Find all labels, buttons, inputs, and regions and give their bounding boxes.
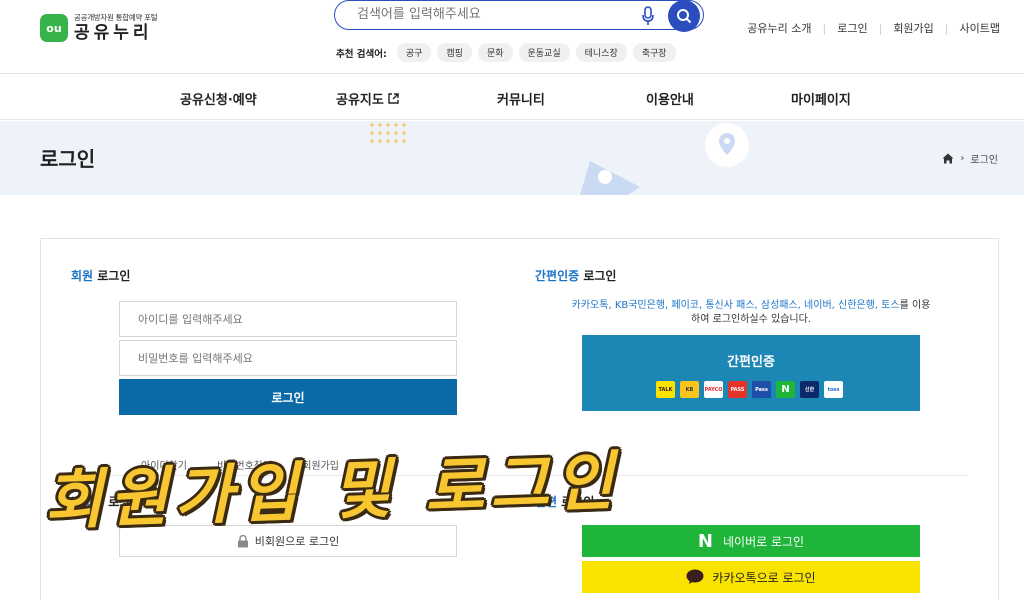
kakaotalk-icon: TALK [656, 381, 675, 398]
home-icon[interactable] [942, 153, 954, 164]
password-input[interactable] [119, 340, 457, 376]
kakao-login-label: 카카오톡으로 로그인 [712, 570, 816, 585]
nav-item-guide[interactable]: 이용안내 [646, 89, 694, 108]
search-bar [334, 0, 704, 32]
toss-icon: toss [824, 381, 843, 398]
keyword-tag[interactable]: 축구장 [632, 43, 676, 62]
logo-title: 공유누리 [74, 22, 153, 43]
simple-auth-title-accent: 간편인증 [535, 269, 580, 283]
kakao-login-button[interactable]: 카카오톡으로 로그인 [582, 561, 920, 593]
top-link-sitemap[interactable]: 사이트맵 [960, 20, 1000, 36]
nav-item-community[interactable]: 커뮤니티 [497, 89, 545, 108]
kakao-speech-bubble-icon [686, 569, 704, 584]
page-title-banner: 로그인 › 로그인 [0, 121, 1024, 195]
logo-subtitle: 공공개방자원 통합예약 포털 [74, 13, 158, 23]
search-input[interactable] [357, 7, 637, 22]
nav-item-map[interactable]: 공유지도 [336, 89, 399, 108]
top-link-signup[interactable]: 회원가입 [893, 20, 933, 36]
breadcrumb-separator: › [960, 153, 965, 164]
nonmember-button-label: 비회원으로 로그인 [254, 535, 340, 548]
kb-bank-icon: KB [680, 381, 699, 398]
pass-icon: PASS [728, 381, 747, 398]
naver-n-icon: N [697, 530, 713, 552]
naver-login-button[interactable]: N 네이버로 로그인 [582, 525, 920, 557]
keyword-tag[interactable]: 캠핑 [437, 43, 472, 62]
simple-auth-providers-text: 카카오톡, KB국민은행, 페이코, 통신사 패스, 삼성패스, 네이버, 신한… [571, 300, 900, 311]
simple-auth-title: 간편인증 로그인 [535, 267, 616, 284]
main-navigation: 공유신청·예약 공유지도 커뮤니티 이용안내 마이페이지 [0, 74, 1024, 120]
simple-auth-title-rest: 로그인 [579, 269, 617, 283]
site-logo[interactable]: ou 공공개방자원 통합예약 포털 공유누리 [40, 13, 158, 43]
microphone-icon[interactable] [641, 6, 655, 26]
simple-auth-description: 카카오톡, KB국민은행, 페이코, 통신사 패스, 삼성패스, 네이버, 신한… [571, 299, 931, 326]
user-id-input[interactable] [119, 301, 457, 337]
keyword-tag[interactable]: 운동교실 [518, 43, 570, 62]
nav-item-reservation[interactable]: 공유신청·예약 [180, 89, 257, 108]
shinhan-bank-icon: 신한 [800, 381, 819, 398]
naver-login-label: 네이버로 로그인 [722, 534, 805, 549]
separator: | [944, 21, 949, 35]
breadcrumb: › 로그인 [942, 151, 998, 166]
login-panel: 회원 로그인 로그인 아이디찾기 비밀번호찾기 회원가입 비회원 로그인 비회원… [40, 238, 999, 600]
external-link-icon [388, 93, 399, 104]
separator: | [878, 21, 883, 35]
breadcrumb-current: 로그인 [970, 155, 998, 166]
separator: | [822, 21, 827, 35]
logo-mark: ou [40, 14, 68, 42]
payco-icon: PAYCO [704, 381, 723, 398]
keyword-tag[interactable]: 테니스장 [575, 43, 627, 62]
nav-item-map-label: 공유지도 [336, 93, 384, 108]
login-button[interactable]: 로그인 [119, 379, 457, 415]
simple-auth-button[interactable]: 간편인증 TALK KB PAYCO PASS Pass N 신한 toss [582, 335, 920, 411]
search-button[interactable] [668, 0, 700, 32]
recommended-label: 추천 검색어: [336, 48, 387, 60]
member-login-title-rest: 로그인 [93, 269, 131, 283]
top-link-login[interactable]: 로그인 [837, 20, 867, 36]
member-login-title-accent: 회원 [71, 269, 94, 283]
simple-auth-button-label: 간편인증 [727, 355, 775, 370]
search-icon [677, 9, 692, 24]
keyword-tag[interactable]: 문화 [477, 43, 513, 62]
samsung-pass-icon: Pass [752, 381, 771, 398]
logo-text: 공공개방자원 통합예약 포털 공유누리 [74, 13, 158, 43]
page-title: 로그인 [40, 147, 96, 171]
naver-icon: N [776, 381, 795, 398]
top-utility-links: 공유누리 소개 | 로그인 | 회원가입 | 사이트맵 [747, 20, 1000, 36]
member-login-title: 회원 로그인 [71, 267, 130, 284]
banner-decoration [370, 123, 749, 195]
keyword-tag[interactable]: 공구 [396, 43, 432, 62]
top-link-about[interactable]: 공유누리 소개 [747, 20, 811, 36]
recommended-keywords: 추천 검색어: 공구 캠핑 문화 운동교실 테니스장 축구장 [336, 43, 676, 62]
provider-icons: TALK KB PAYCO PASS Pass N 신한 toss [656, 381, 843, 398]
lock-icon [237, 534, 248, 547]
site-header: ou 공공개방자원 통합예약 포털 공유누리 추천 검색어: 공구 캠핑 문화 … [0, 0, 1024, 74]
nav-item-mypage[interactable]: 마이페이지 [791, 89, 851, 108]
